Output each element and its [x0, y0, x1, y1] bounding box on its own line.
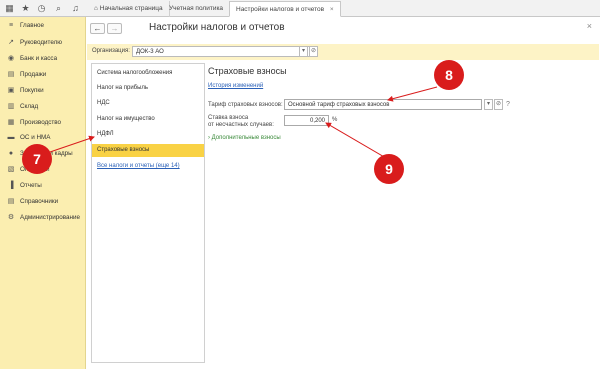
top-bar: ▦ ★ ◷ ⌕ ♫ ⌂ Начальная страница Учетная п… [0, 0, 600, 17]
bank-icon: ◉ [7, 55, 15, 62]
nav-item-profit-tax[interactable]: Налог на прибыль [92, 82, 204, 95]
sales-icon: ▤ [7, 71, 15, 78]
trend-icon: ↗ [8, 39, 14, 46]
nav-item-tax-system[interactable]: Система налогообложения [92, 67, 204, 80]
sidebar-item-production[interactable]: ▦ Производство [0, 116, 86, 129]
nav-item-property-tax[interactable]: Налог на имущество [92, 113, 204, 126]
nav-item-vat[interactable]: НДС [92, 97, 204, 110]
section-list: Система налогообложения Налог на прибыль… [91, 63, 205, 363]
operations-icon: ▧ [7, 166, 15, 173]
cart-icon: ▣ [7, 87, 15, 94]
tariff-label: Тариф страховых взносов: [208, 102, 283, 108]
tab-label: Начальная страница [99, 5, 163, 12]
reports-icon: ▐ [8, 182, 14, 189]
sidebar: ≡ Главное ↗ Руководителю ◉ Банк и касса ▤ Пр… [0, 17, 86, 369]
help-icon[interactable]: ? [506, 101, 510, 108]
books-icon: ▤ [7, 198, 15, 205]
tariff-input[interactable]: Основной тариф страховых взносов [284, 99, 482, 110]
history-icon[interactable]: ◷ [36, 3, 47, 14]
sidebar-item-manager[interactable]: ↗ Руководителю [0, 36, 86, 49]
sidebar-item-catalogs[interactable]: ▤ Справочники [0, 195, 86, 208]
people-icon: ● [8, 150, 14, 157]
organization-dropdown-icon[interactable]: ▾ [299, 46, 308, 57]
history-link[interactable]: История изменений [208, 83, 263, 89]
sidebar-item-sales[interactable]: ▤ Продажи [0, 68, 86, 81]
rate-label: Ставка взноса от несчастных случаев: [208, 115, 274, 128]
nav-item-insurance-contributions[interactable]: Страховые взносы [92, 144, 204, 157]
back-button[interactable]: ← [90, 23, 105, 34]
callout-8: 8 [434, 60, 464, 90]
organization-label: Организация: [92, 48, 130, 54]
star-icon[interactable]: ★ [20, 3, 31, 14]
sidebar-item-main[interactable]: ≡ Главное [0, 19, 86, 32]
apps-grid-icon[interactable]: ▦ [4, 3, 15, 14]
sidebar-item-warehouse[interactable]: ▥ Склад [0, 100, 86, 113]
factory-icon: ▦ [7, 119, 15, 126]
sidebar-item-assets[interactable]: ▬ ОС и НМА [0, 131, 86, 144]
rate-input[interactable]: 0,200 [284, 115, 329, 126]
forward-button[interactable]: → [107, 23, 122, 34]
home-icon: ⌂ [94, 5, 98, 12]
sidebar-item-admin[interactable]: ⚙ Администрирование [0, 211, 86, 224]
all-taxes-link[interactable]: Все налоги и отчеты (еще 14) [92, 160, 204, 173]
chevron-right-icon: › [208, 135, 210, 141]
sidebar-item-purchases[interactable]: ▣ Покупки [0, 84, 86, 97]
page-title: Настройки налогов и отчетов [149, 22, 285, 33]
tab-label: Учетная политика [169, 5, 224, 12]
organization-bar: Организация: ДОК-3 АО ▾ ⊘ [87, 44, 599, 60]
tab-tax-settings[interactable]: Настройки налогов и отчетов × [229, 1, 341, 17]
tariff-open-icon[interactable]: ⊘ [494, 99, 503, 110]
search-icon[interactable]: ⌕ [53, 3, 64, 14]
sidebar-item-bank[interactable]: ◉ Банк и касса [0, 52, 86, 65]
gear-icon: ⚙ [7, 214, 15, 221]
organization-input[interactable]: ДОК-3 АО [132, 46, 317, 57]
tariff-dropdown-icon[interactable]: ▾ [484, 99, 493, 110]
tab-home[interactable]: ⌂ Начальная страница [88, 1, 170, 17]
callout-7: 7 [22, 144, 52, 174]
section-title: Страховые взносы [208, 66, 287, 76]
warehouse-icon: ▥ [7, 103, 15, 110]
callout-9: 9 [374, 154, 404, 184]
tab-label: Настройки налогов и отчетов [236, 6, 325, 13]
close-icon[interactable]: × [587, 21, 592, 31]
bell-icon[interactable]: ♫ [70, 3, 81, 14]
menu-icon: ≡ [8, 22, 14, 29]
sidebar-item-reports[interactable]: ▐ Отчеты [0, 179, 86, 192]
rate-unit: % [332, 117, 338, 123]
organization-open-icon[interactable]: ⊘ [309, 46, 318, 57]
assets-icon: ▬ [7, 134, 15, 141]
nav-item-personal-income-tax[interactable]: НДФЛ [92, 128, 204, 141]
main-panel: ← → Настройки налогов и отчетов × Органи… [86, 17, 600, 369]
close-tab-icon[interactable]: × [330, 6, 334, 13]
extra-contributions-toggle[interactable]: › Дополнительные взносы [208, 135, 281, 141]
